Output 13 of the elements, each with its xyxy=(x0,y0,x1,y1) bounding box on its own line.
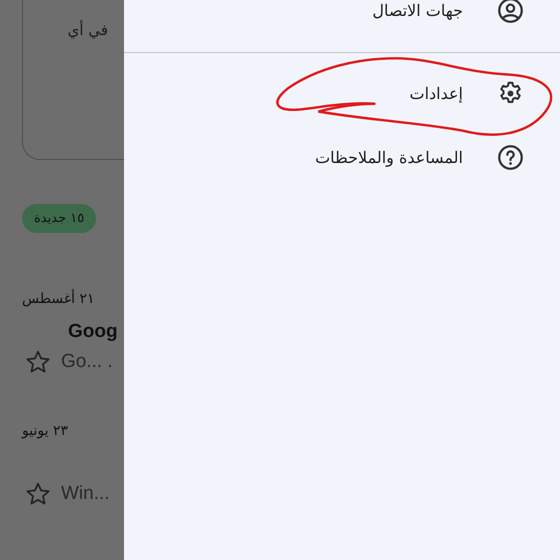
settings-menu-item[interactable]: إعدادات xyxy=(124,61,560,125)
star-icon[interactable] xyxy=(25,481,51,507)
card-text: في أي xyxy=(68,21,108,41)
email-snippet: Win... xyxy=(61,483,110,505)
star-icon[interactable] xyxy=(25,349,51,375)
date-header: ٢٣ يونيو xyxy=(22,423,68,439)
date-header: ٢١ أغسطس xyxy=(22,291,95,307)
email-snippet: Go... . xyxy=(61,351,113,373)
contacts-menu-item[interactable]: جهات الاتصال xyxy=(124,0,560,42)
help-icon xyxy=(497,144,524,170)
person-icon xyxy=(497,0,524,24)
sender-name: Goog xyxy=(68,321,118,343)
help-menu-item[interactable]: المساعدة والملاحظات xyxy=(124,125,560,189)
